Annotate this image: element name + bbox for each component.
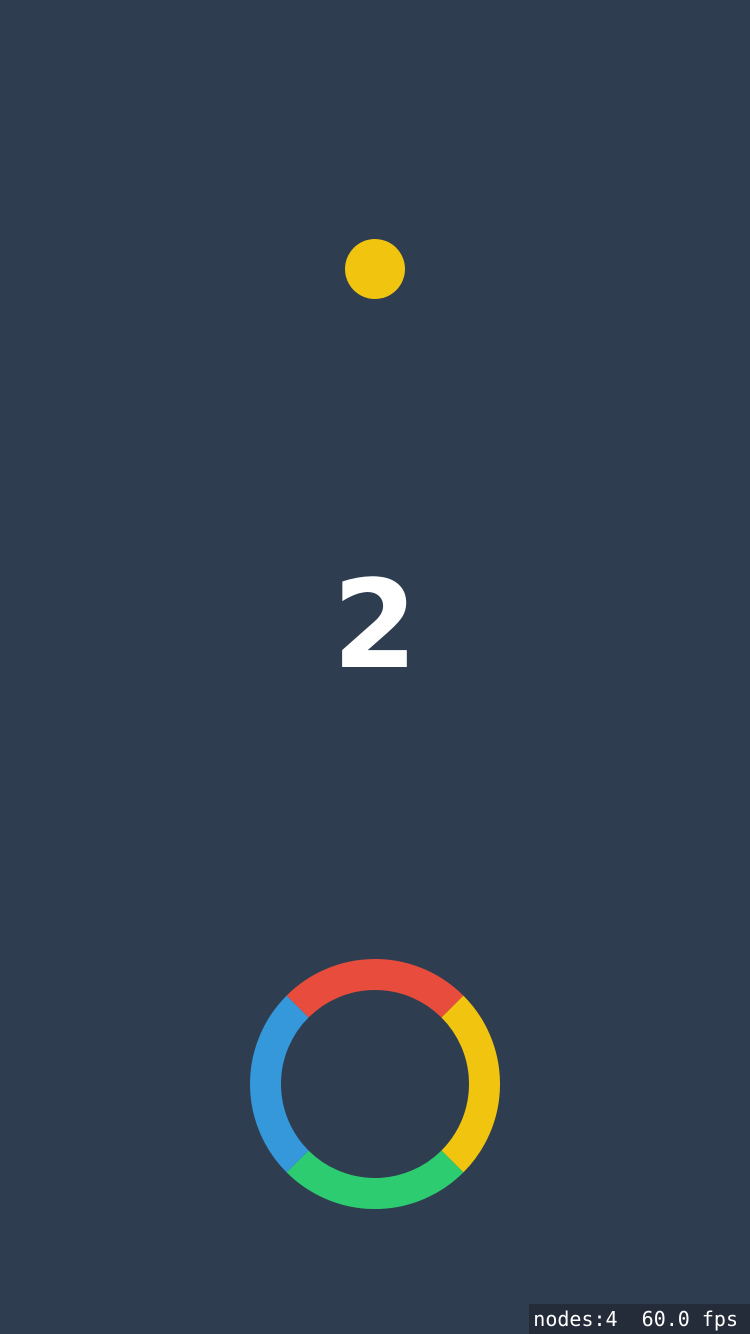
- ring-segment-yellow: [441, 995, 500, 1173]
- ring-segment-green: [286, 1150, 464, 1209]
- color-ring-obstacle: [250, 959, 500, 1209]
- ring-segment-blue: [250, 995, 309, 1173]
- ring-segment-red: [286, 959, 464, 1018]
- debug-stats-overlay: nodes:4 60.0 fps: [529, 1304, 750, 1334]
- game-scene[interactable]: 2: [0, 0, 750, 1334]
- score-counter: 2: [332, 554, 418, 696]
- player-ball: [345, 239, 405, 299]
